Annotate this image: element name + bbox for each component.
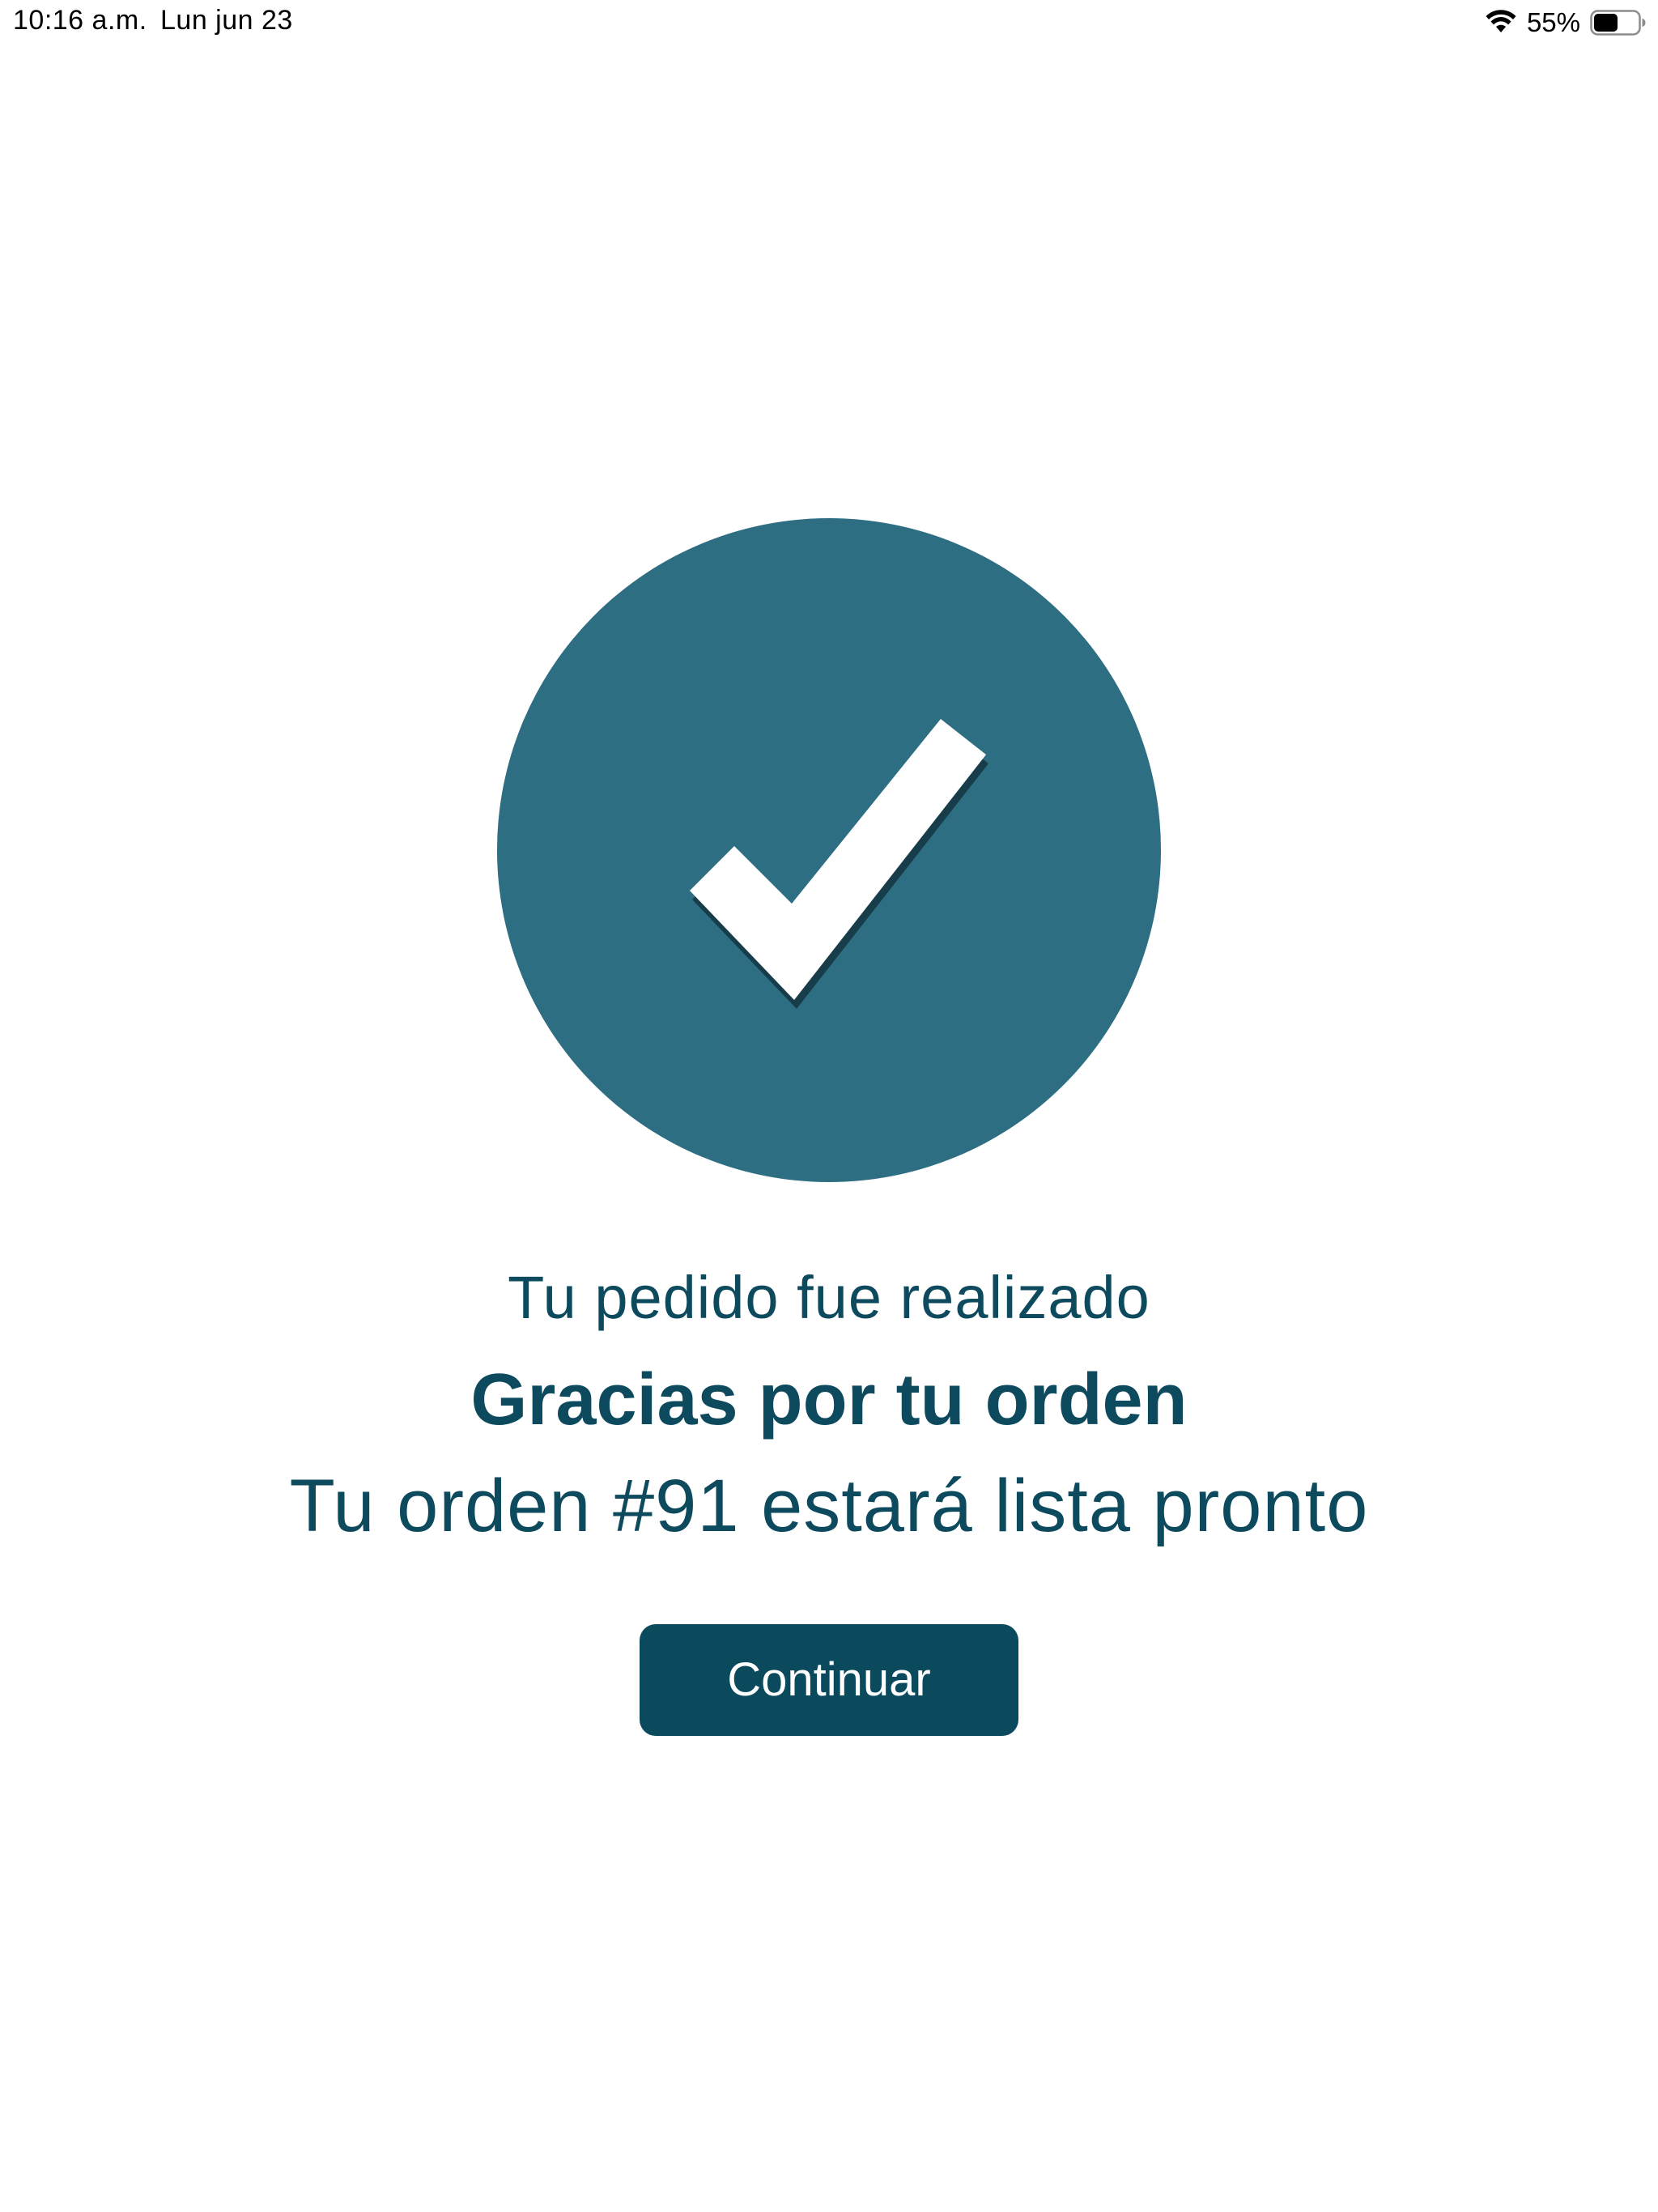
status-time: 10:16 a.m. [13, 5, 147, 36]
checkmark-icon [690, 719, 988, 1009]
order-ready-message: Tu orden #91 estará lista pronto [289, 1465, 1369, 1547]
status-date: Lun jun 23 [160, 5, 293, 36]
status-bar: 10:16 a.m. Lun jun 23 55% [0, 0, 1658, 45]
continue-button[interactable]: Continuar [640, 1624, 1018, 1736]
success-circle [497, 518, 1161, 1182]
status-indicators: 55% [1485, 6, 1647, 39]
wifi-icon [1486, 10, 1516, 32]
battery-icon [1590, 10, 1646, 36]
thank-you-title: Gracias por tu orden [470, 1359, 1188, 1440]
order-placed-text: Tu pedido fue realizado [508, 1264, 1150, 1331]
battery-percentage: 55% [1526, 7, 1580, 37]
